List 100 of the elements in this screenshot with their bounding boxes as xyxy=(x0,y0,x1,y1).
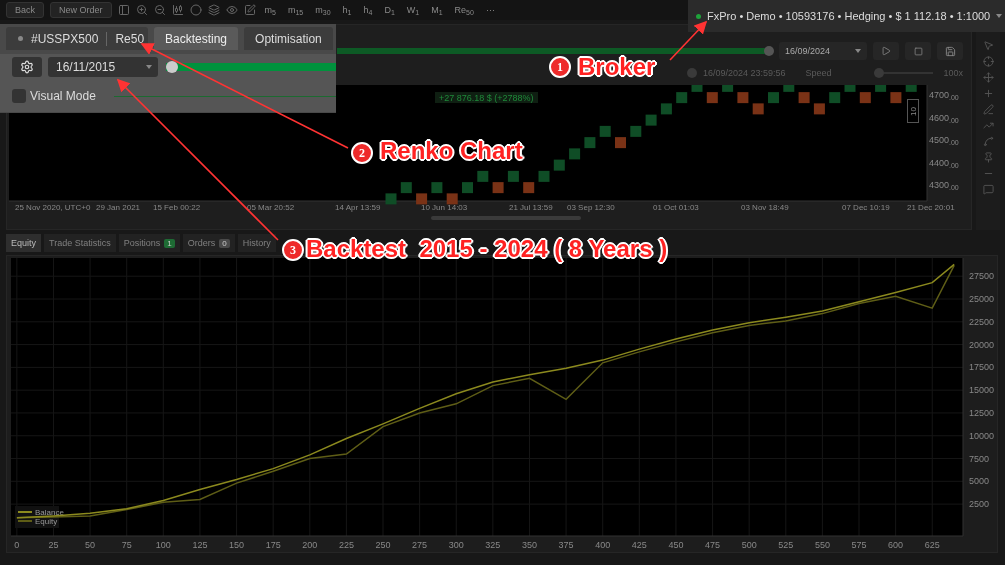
axis-label: 450 xyxy=(668,540,684,550)
curve-icon[interactable] xyxy=(982,136,994,147)
mode-tab[interactable]: Backtesting xyxy=(154,27,239,50)
speed-thumb[interactable] xyxy=(873,68,884,78)
time-label: 14 Apr 13:59 xyxy=(335,203,381,212)
pen-icon[interactable] xyxy=(982,104,994,115)
plus-icon[interactable] xyxy=(982,88,994,99)
axis-label: 15000 xyxy=(969,385,995,396)
zoom-in-icon[interactable] xyxy=(135,4,148,16)
timeframe-button[interactable]: M$_{1}$ xyxy=(428,4,446,16)
checkbox[interactable] xyxy=(12,89,26,103)
brick-size-marker: 10 xyxy=(907,99,919,123)
settings-button[interactable] xyxy=(12,57,42,77)
axis-label: 25000 xyxy=(969,294,995,304)
axis-label: 20000 xyxy=(969,339,995,350)
more-button[interactable]: ··· xyxy=(482,5,498,15)
panel-tab[interactable]: Trade Statistics xyxy=(44,234,116,252)
price-label: 4500$_{.00}$ xyxy=(929,135,959,145)
panel-icon[interactable] xyxy=(117,4,130,16)
timeframe-button[interactable]: m$_{15}$ xyxy=(284,4,307,16)
axis-label: 12500 xyxy=(969,407,995,418)
price-label: 4700$_{.00}$ xyxy=(929,90,959,100)
toolbar-button[interactable]: Back xyxy=(6,2,44,18)
checkbox-label: Visual Mode xyxy=(30,89,96,103)
timeframe-button[interactable]: D$_{1}$ xyxy=(381,4,398,16)
timeframe-button[interactable]: Re$_{50}$ xyxy=(451,4,477,16)
account-bar[interactable]: FxPro • Demo • 10593176 • Hedging • $ 1 112.18 • 1:1000 xyxy=(688,0,1005,32)
pointer-icon[interactable] xyxy=(982,40,994,51)
annotation-arrow xyxy=(669,20,708,61)
zoom-out-icon[interactable] xyxy=(153,4,166,16)
time-label: 07 Dec 10:19 xyxy=(842,203,890,212)
legend-label: Balance xyxy=(35,508,64,517)
price-label: 4400$_{.00}$ xyxy=(929,157,959,168)
axis-label: 22500 xyxy=(969,316,995,327)
panel-tab[interactable]: Equity xyxy=(6,234,41,252)
timeframe-button[interactable]: h$_{1}$ xyxy=(339,4,355,16)
axis-label: 300 xyxy=(448,540,464,550)
crosshair-icon[interactable] xyxy=(982,56,994,67)
comment-icon[interactable] xyxy=(982,184,994,195)
caret-icon xyxy=(996,14,1003,18)
time-label: 01 Oct 01:03 xyxy=(653,203,699,212)
start-date-field[interactable]: 16/11/2015 xyxy=(48,57,158,77)
axis-label: 225 xyxy=(338,540,354,550)
axis-label: 200 xyxy=(302,540,318,550)
caret-icon xyxy=(855,49,861,53)
annotation-label: Broker xyxy=(578,53,656,81)
panel-tab[interactable]: Positions 1 xyxy=(118,234,180,252)
toolbar-button[interactable]: New Order xyxy=(50,2,112,18)
axis-label: 50 xyxy=(85,540,96,550)
legend-label: Equity xyxy=(35,517,58,526)
end-handle[interactable] xyxy=(763,46,774,56)
axis-label: 2500 xyxy=(969,499,990,510)
eye-icon[interactable] xyxy=(225,4,238,16)
start-handle[interactable] xyxy=(166,61,178,73)
stop-button[interactable] xyxy=(905,42,931,60)
axis-label: 150 xyxy=(229,540,245,550)
axis-label: 375 xyxy=(558,540,574,550)
axis-label: 175 xyxy=(265,540,281,550)
axis-label: 7500 xyxy=(969,453,990,464)
symbol-dot xyxy=(18,36,23,41)
save-button[interactable] xyxy=(937,42,963,60)
circle-icon[interactable] xyxy=(189,4,202,16)
time-label: 03 Sep 12:30 xyxy=(567,203,615,212)
symbol-name: #USSPX500 xyxy=(31,31,99,46)
axis-label: 575 xyxy=(851,540,867,550)
timeframe-label: Re50 xyxy=(115,31,145,46)
timeframe-button[interactable]: h$_{4}$ xyxy=(360,4,376,16)
mode-tab[interactable]: Optimisation xyxy=(244,27,333,50)
count-badge: 0 xyxy=(219,238,230,248)
price-label: 4300$_{.00}$ xyxy=(929,180,959,190)
timeframe-button[interactable]: W$_{1}$ xyxy=(403,4,423,16)
time-label: 21 Dec 20:01 xyxy=(907,203,955,212)
annotation-number: 3 xyxy=(282,239,304,261)
time-label: 05 Mar 20:52 xyxy=(247,203,295,212)
candlestick-icon[interactable] xyxy=(171,4,184,16)
time-label: 10 Jun 14:03 xyxy=(421,203,468,212)
axis-label: 500 xyxy=(741,540,757,550)
axis-label: 475 xyxy=(705,540,721,550)
stop-icon xyxy=(913,46,923,56)
axis-label: 525 xyxy=(778,540,794,550)
time-label: 29 Jan 2021 xyxy=(96,203,141,212)
axis-label: 0 xyxy=(14,540,20,550)
axis-label: 325 xyxy=(485,540,501,550)
timeframe-button[interactable]: m$_{30}$ xyxy=(312,4,334,16)
end-date-field[interactable]: 16/09/2024 xyxy=(779,42,867,60)
axis-label: 625 xyxy=(924,540,940,550)
price-label: 4600$_{.00}$ xyxy=(929,112,959,123)
edit-icon[interactable] xyxy=(243,4,256,16)
layers-icon[interactable] xyxy=(207,4,220,16)
annotation-label: Backtest 2015 - 2024 ( 8 Years ) xyxy=(306,235,668,263)
axis-label: 275 xyxy=(412,540,428,550)
symbol-tab[interactable]: #USSPX500 Re50 xyxy=(6,27,148,50)
trend-line-icon[interactable] xyxy=(982,120,994,131)
panel-tab[interactable]: History xyxy=(237,234,276,252)
axis-label: 400 xyxy=(595,540,611,550)
move-icon[interactable] xyxy=(982,72,994,83)
panel-tab[interactable]: Orders 0 xyxy=(182,234,235,252)
timeframe-button[interactable]: m$_{5}$ xyxy=(261,4,279,16)
pin-icon[interactable] xyxy=(982,152,994,163)
play-button[interactable] xyxy=(873,42,899,60)
